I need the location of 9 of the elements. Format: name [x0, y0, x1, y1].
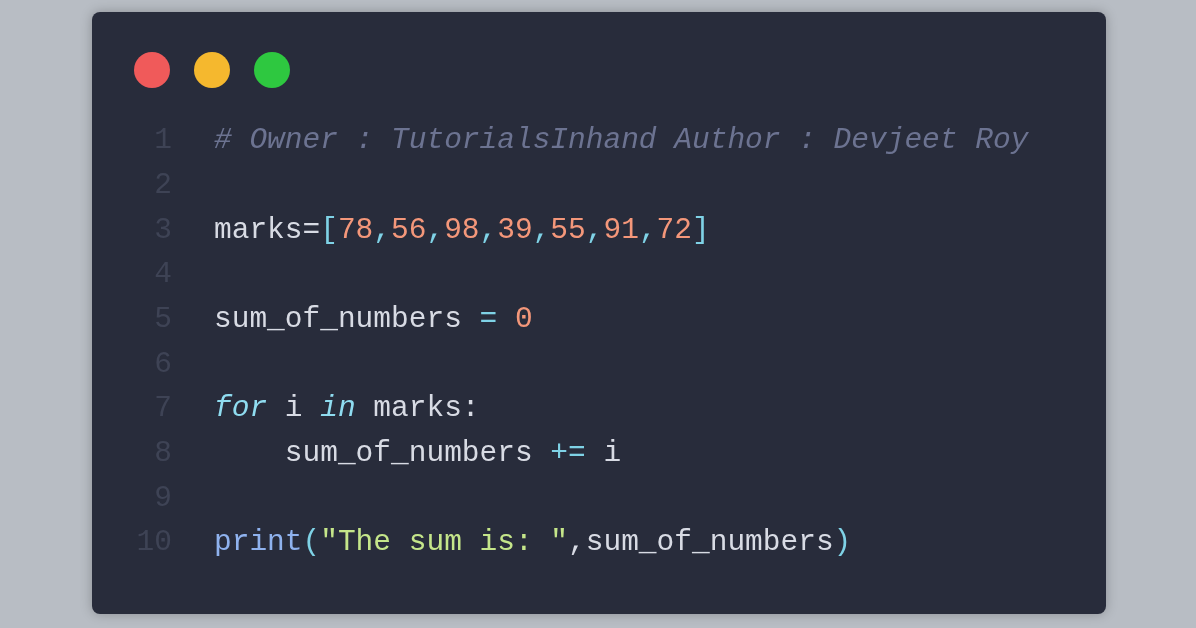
code-line: print("The sum is: ",sum_of_numbers): [214, 524, 852, 562]
window-control-dot[interactable]: [134, 52, 170, 88]
code-line: marks=[78,56,98,39,55,91,72]: [214, 211, 710, 249]
window-control-dot[interactable]: [194, 52, 230, 88]
code-line: sum_of_numbers = 0: [214, 300, 533, 338]
code-line: for i in marks:: [214, 390, 480, 428]
code-line: # Owner : TutorialsInhand Author : Devjeet Roy: [214, 122, 1029, 160]
window-control-dot[interactable]: [254, 52, 290, 88]
code-line: sum_of_numbers += i: [283, 435, 622, 473]
